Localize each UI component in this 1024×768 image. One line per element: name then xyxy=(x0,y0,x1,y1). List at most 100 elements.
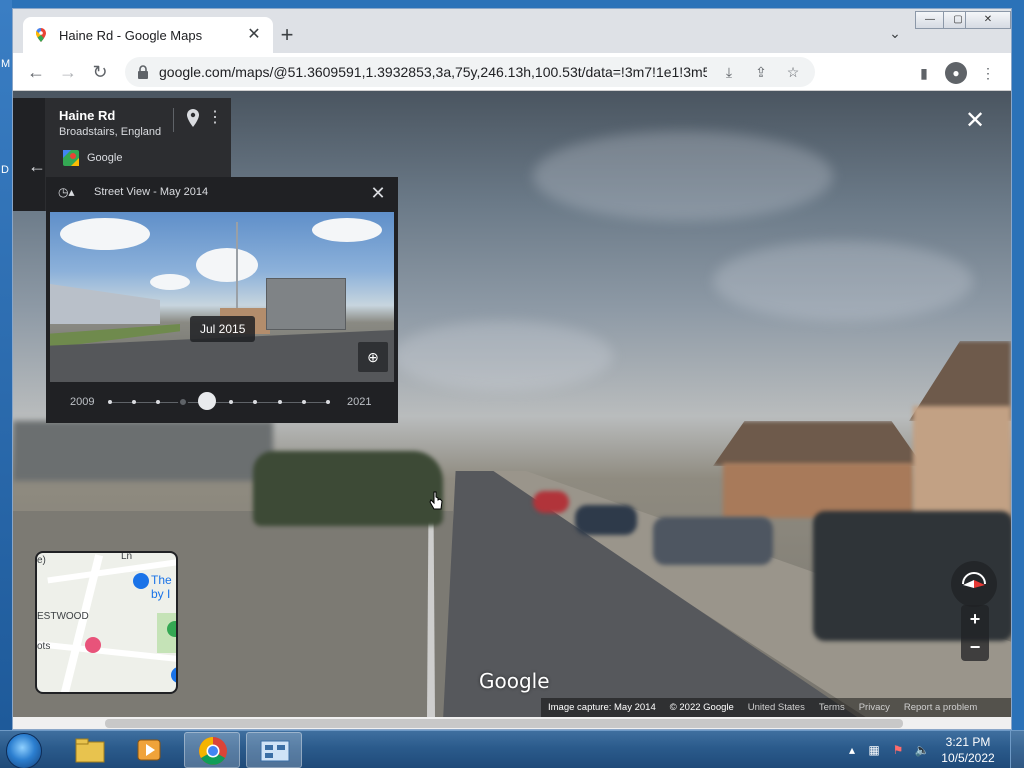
google-maps-logo-icon xyxy=(63,150,79,166)
timeline-tick[interactable] xyxy=(277,400,282,404)
country-link[interactable]: United States xyxy=(741,702,812,713)
scenery-roof xyxy=(713,421,923,466)
desktop-background xyxy=(0,0,12,730)
locality: Broadstairs, England xyxy=(59,126,162,138)
hotel-poi-icon[interactable] xyxy=(85,637,101,653)
profile-avatar-icon[interactable]: ● xyxy=(945,62,967,84)
browser-window: Haine Rd - Google Maps ✕ + ⌄ — ▢ ✕ ← → ↻… xyxy=(12,8,1012,730)
new-tab-plus-icon[interactable]: + xyxy=(275,23,299,47)
location-pin-icon[interactable] xyxy=(185,108,201,128)
thumbnail-cloud xyxy=(196,248,258,282)
timeline-tick[interactable] xyxy=(108,400,112,404)
tab-search-chevron-icon[interactable]: ⌄ xyxy=(885,25,905,45)
lock-icon xyxy=(138,65,148,79)
bookmark-star-icon[interactable]: ☆ xyxy=(783,62,803,82)
volume-speaker-icon[interactable]: 🔈 xyxy=(914,742,930,758)
zoom-out-button[interactable]: − xyxy=(961,633,989,661)
file-explorer-taskbar-icon[interactable] xyxy=(62,732,118,768)
mouse-hand-cursor-icon xyxy=(429,491,443,510)
cloud xyxy=(713,241,973,321)
timeline-tick[interactable] xyxy=(177,397,188,407)
history-clock-icon[interactable]: ◷▴ xyxy=(58,185,82,201)
park-poi-icon[interactable] xyxy=(167,621,176,637)
timeline-tick[interactable] xyxy=(326,400,330,404)
horizontal-scrollbar[interactable] xyxy=(13,717,1011,729)
forward-arrow-icon[interactable]: → xyxy=(55,59,81,85)
place-poi-icon[interactable] xyxy=(171,667,176,683)
cloud xyxy=(393,321,613,391)
back-arrow-icon[interactable]: ← xyxy=(23,59,49,85)
provider-label: Google xyxy=(87,152,123,164)
privacy-link[interactable]: Privacy xyxy=(852,702,897,713)
more-options-icon[interactable]: ⋮ xyxy=(207,108,223,128)
zoom-magnifier-icon[interactable]: ⊕ xyxy=(358,342,388,372)
street-view-panorama[interactable]: ← Haine Rd Broadstairs, England Google ⋮ xyxy=(13,91,1011,717)
window-close-button[interactable]: ✕ xyxy=(965,11,1011,29)
media-player-icon xyxy=(137,739,161,761)
desktop-icon-label[interactable]: D xyxy=(1,164,9,176)
timeline-tick[interactable] xyxy=(156,400,161,404)
network-icon[interactable]: ▦ xyxy=(866,742,882,758)
copyright-text: © 2022 Google xyxy=(669,702,734,713)
zoom-controls: + − xyxy=(961,605,989,661)
timeline-tick[interactable] xyxy=(253,400,258,404)
tab-strip: Haine Rd - Google Maps ✕ + ⌄ — ▢ ✕ xyxy=(13,9,1011,53)
media-player-taskbar-icon[interactable] xyxy=(122,732,178,768)
compass-icon[interactable] xyxy=(951,561,997,607)
minimap-label: ESTWOOD xyxy=(37,611,89,622)
scenery-car xyxy=(575,505,637,535)
scenery-house xyxy=(723,463,913,518)
shopping-cart-poi-icon[interactable] xyxy=(133,573,149,589)
zoom-in-button[interactable]: + xyxy=(961,605,989,633)
maps-pin-icon xyxy=(35,27,46,42)
control-panel-icon xyxy=(260,740,290,762)
attribution-footer: Image capture: May 2014 © 2022 Google Un… xyxy=(541,698,1011,717)
desktop-icon-label[interactable]: M xyxy=(1,58,10,70)
chrome-taskbar-icon[interactable] xyxy=(184,732,240,768)
timeline-knob[interactable] xyxy=(197,392,216,410)
scenery-hedge xyxy=(253,451,443,526)
timeline-tick[interactable] xyxy=(301,400,306,404)
clock-date[interactable]: 10/5/2022 xyxy=(938,751,998,765)
window-minimize-button[interactable]: — xyxy=(915,11,945,29)
folder-icon xyxy=(75,738,105,763)
reload-icon[interactable]: ↻ xyxy=(87,59,113,85)
browser-tab[interactable]: Haine Rd - Google Maps ✕ xyxy=(23,17,273,53)
back-arrow-icon[interactable]: ← xyxy=(27,156,47,177)
thumbnail-date-label: Jul 2015 xyxy=(190,316,256,342)
scrollbar-thumb[interactable] xyxy=(105,719,903,728)
browser-menu-icon[interactable]: ⋮ xyxy=(977,62,999,84)
scenery-house xyxy=(913,406,1011,526)
side-panel-icon[interactable]: ▮ xyxy=(913,62,935,84)
url-text[interactable]: google.com/maps/@51.3609591,1.3932853,3a… xyxy=(159,64,707,80)
timeline-tick[interactable] xyxy=(229,400,234,404)
close-street-view-icon[interactable]: ✕ xyxy=(963,109,987,133)
minimap[interactable]: e) Ln The by I ESTWOOD ots xyxy=(35,551,178,694)
minimap-label: ots xyxy=(37,641,51,652)
action-center-flag-icon[interactable]: ⚑ xyxy=(890,742,906,758)
share-icon[interactable]: ⇪ xyxy=(751,62,771,82)
timeline-slider[interactable]: 2009 2021 xyxy=(46,387,398,417)
close-icon[interactable]: ✕ xyxy=(368,183,388,203)
show-hidden-icons-chevron-icon[interactable]: ▴ xyxy=(844,742,860,758)
control-panel-taskbar-icon[interactable] xyxy=(246,732,302,768)
tab-close-icon[interactable]: ✕ xyxy=(245,27,263,43)
show-desktop-button[interactable] xyxy=(1010,731,1024,768)
minimap-label: Ln xyxy=(121,551,133,562)
timeline-tick[interactable] xyxy=(132,400,137,404)
terms-link[interactable]: Terms xyxy=(812,702,852,713)
address-bar[interactable]: google.com/maps/@51.3609591,1.3932853,3a… xyxy=(125,57,815,87)
clock-time[interactable]: 3:21 PM xyxy=(938,735,998,749)
timeline-track[interactable] xyxy=(112,402,330,403)
thumbnail-cloud xyxy=(312,218,382,242)
timeline-start-year: 2009 xyxy=(70,396,95,408)
divider xyxy=(173,108,174,132)
thumbnail-building xyxy=(50,284,160,324)
install-app-icon[interactable]: ⤓ xyxy=(719,62,739,82)
time-travel-thumbnail[interactable]: Jul 2015 ⊕ xyxy=(50,212,394,382)
scenery-car xyxy=(653,517,773,565)
report-problem-link[interactable]: Report a problem xyxy=(897,702,984,713)
windows-start-icon[interactable] xyxy=(6,733,42,768)
scenery-wall xyxy=(13,421,273,481)
minimap-poi-label: by I xyxy=(151,587,171,601)
